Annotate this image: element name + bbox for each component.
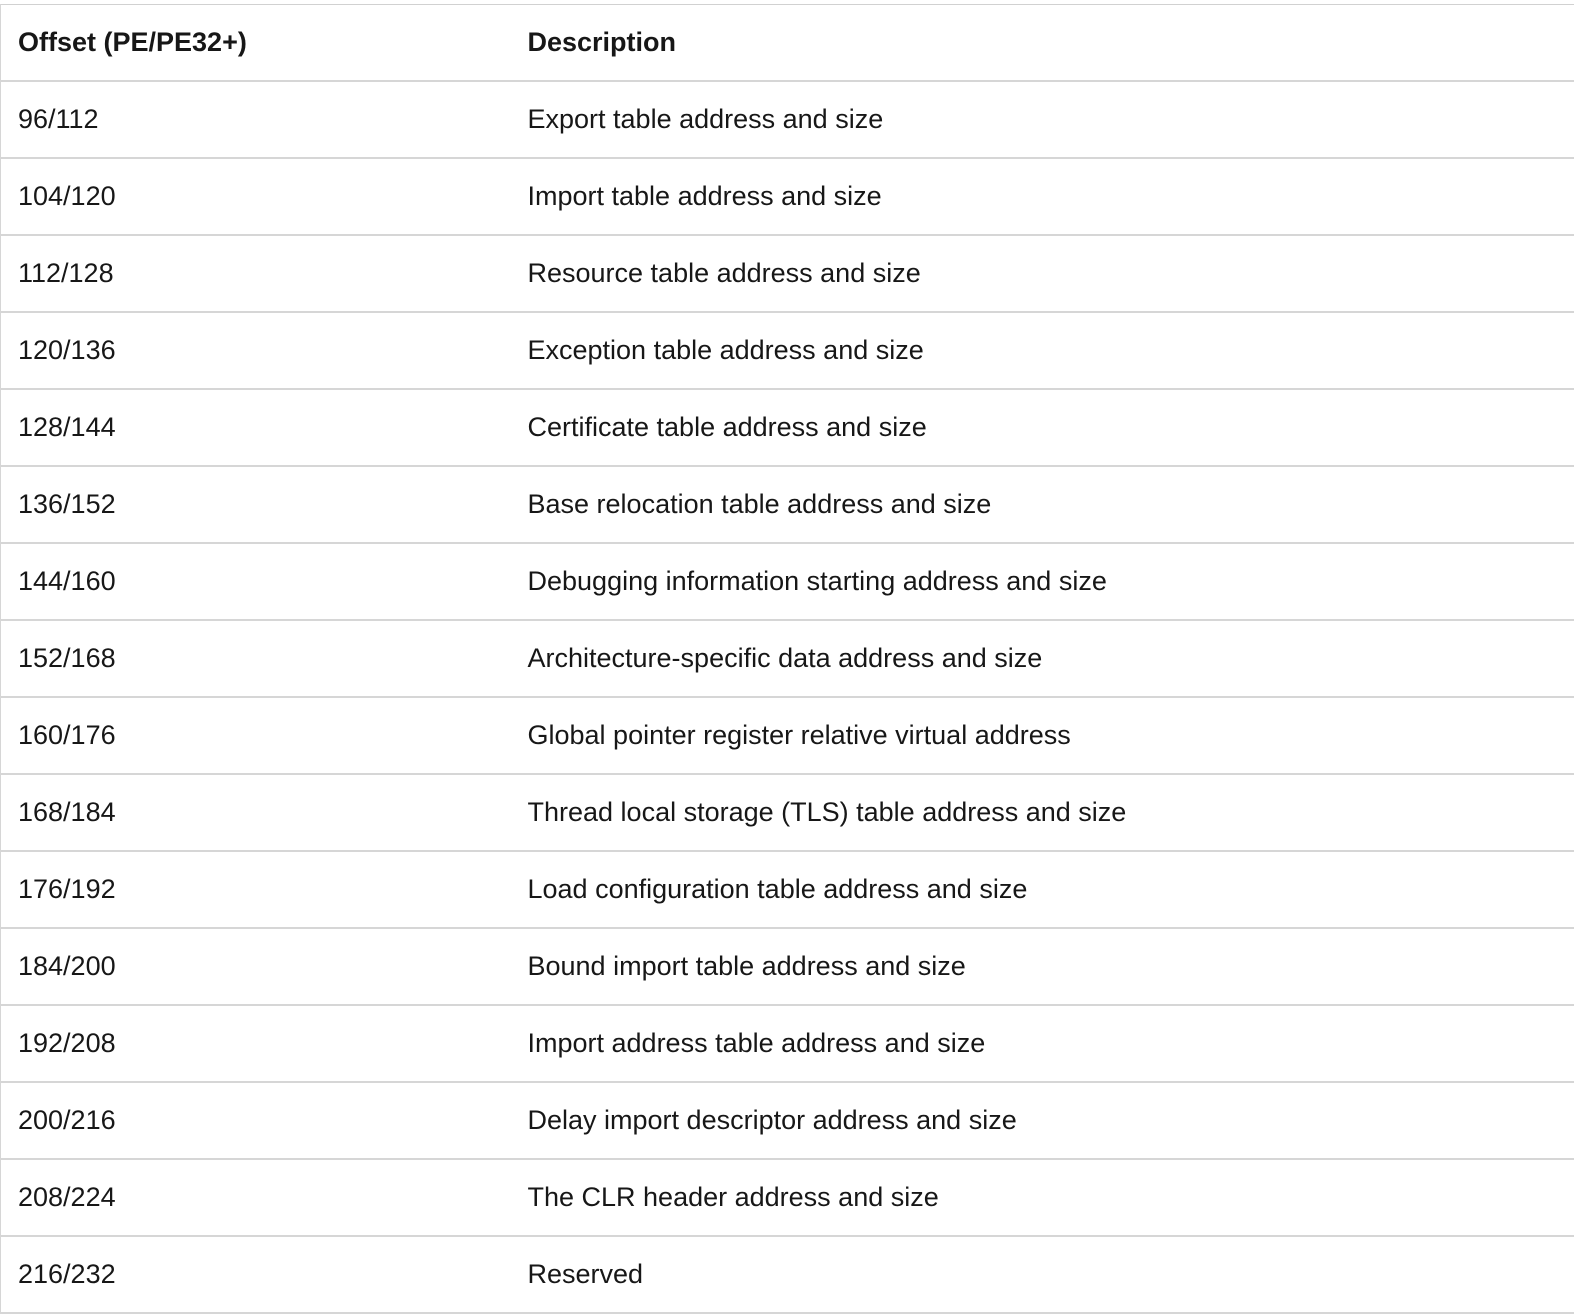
table-row: 152/168Architecture-specific data addres… [1,620,1574,697]
offset-cell: 168/184 [1,774,511,851]
table-row: 136/152Base relocation table address and… [1,466,1574,543]
table-row: 168/184Thread local storage (TLS) table … [1,774,1574,851]
table-row: 112/128Resource table address and size [1,235,1574,312]
description-cell: Base relocation table address and size [511,466,1574,543]
description-cell: The CLR header address and size [511,1159,1574,1236]
table-row: 104/120Import table address and size [1,158,1574,235]
description-cell: Bound import table address and size [511,928,1574,1005]
table-row: 184/200Bound import table address and si… [1,928,1574,1005]
table-row: 192/208Import address table address and … [1,1005,1574,1082]
offset-cell: 112/128 [1,235,511,312]
description-cell: Debugging information starting address a… [511,543,1574,620]
table-row: 216/232Reserved [1,1236,1574,1313]
description-cell: Load configuration table address and siz… [511,851,1574,928]
description-cell: Resource table address and size [511,235,1574,312]
offset-cell: 104/120 [1,158,511,235]
header-offset: Offset (PE/PE32+) [1,5,511,82]
description-cell: Certificate table address and size [511,389,1574,466]
table-row: 200/216Delay import descriptor address a… [1,1082,1574,1159]
description-cell: Global pointer register relative virtual… [511,697,1574,774]
offset-cell: 184/200 [1,928,511,1005]
description-cell: Import table address and size [511,158,1574,235]
table-row: 208/224The CLR header address and size [1,1159,1574,1236]
table-header-row: Offset (PE/PE32+) Description [1,5,1574,82]
table-row: 144/160Debugging information starting ad… [1,543,1574,620]
table-row: 120/136Exception table address and size [1,312,1574,389]
table-row: 128/144Certificate table address and siz… [1,389,1574,466]
offset-cell: 176/192 [1,851,511,928]
table-row: 160/176Global pointer register relative … [1,697,1574,774]
table-row: 96/112Export table address and size [1,81,1574,158]
offset-cell: 216/232 [1,1236,511,1313]
offset-cell: 136/152 [1,466,511,543]
data-directories-table-container: Offset (PE/PE32+) Description 96/112Expo… [0,0,1574,1314]
table-body: 96/112Export table address and size 104/… [1,81,1574,1313]
description-cell: Thread local storage (TLS) table address… [511,774,1574,851]
offset-cell: 200/216 [1,1082,511,1159]
offset-cell: 152/168 [1,620,511,697]
data-directories-table: Offset (PE/PE32+) Description 96/112Expo… [0,4,1574,1314]
header-description: Description [511,5,1574,82]
description-cell: Export table address and size [511,81,1574,158]
offset-cell: 120/136 [1,312,511,389]
offset-cell: 96/112 [1,81,511,158]
description-cell: Import address table address and size [511,1005,1574,1082]
offset-cell: 160/176 [1,697,511,774]
description-cell: Architecture-specific data address and s… [511,620,1574,697]
offset-cell: 128/144 [1,389,511,466]
description-cell: Reserved [511,1236,1574,1313]
description-cell: Delay import descriptor address and size [511,1082,1574,1159]
table-row: 176/192Load configuration table address … [1,851,1574,928]
offset-cell: 192/208 [1,1005,511,1082]
description-cell: Exception table address and size [511,312,1574,389]
offset-cell: 144/160 [1,543,511,620]
offset-cell: 208/224 [1,1159,511,1236]
